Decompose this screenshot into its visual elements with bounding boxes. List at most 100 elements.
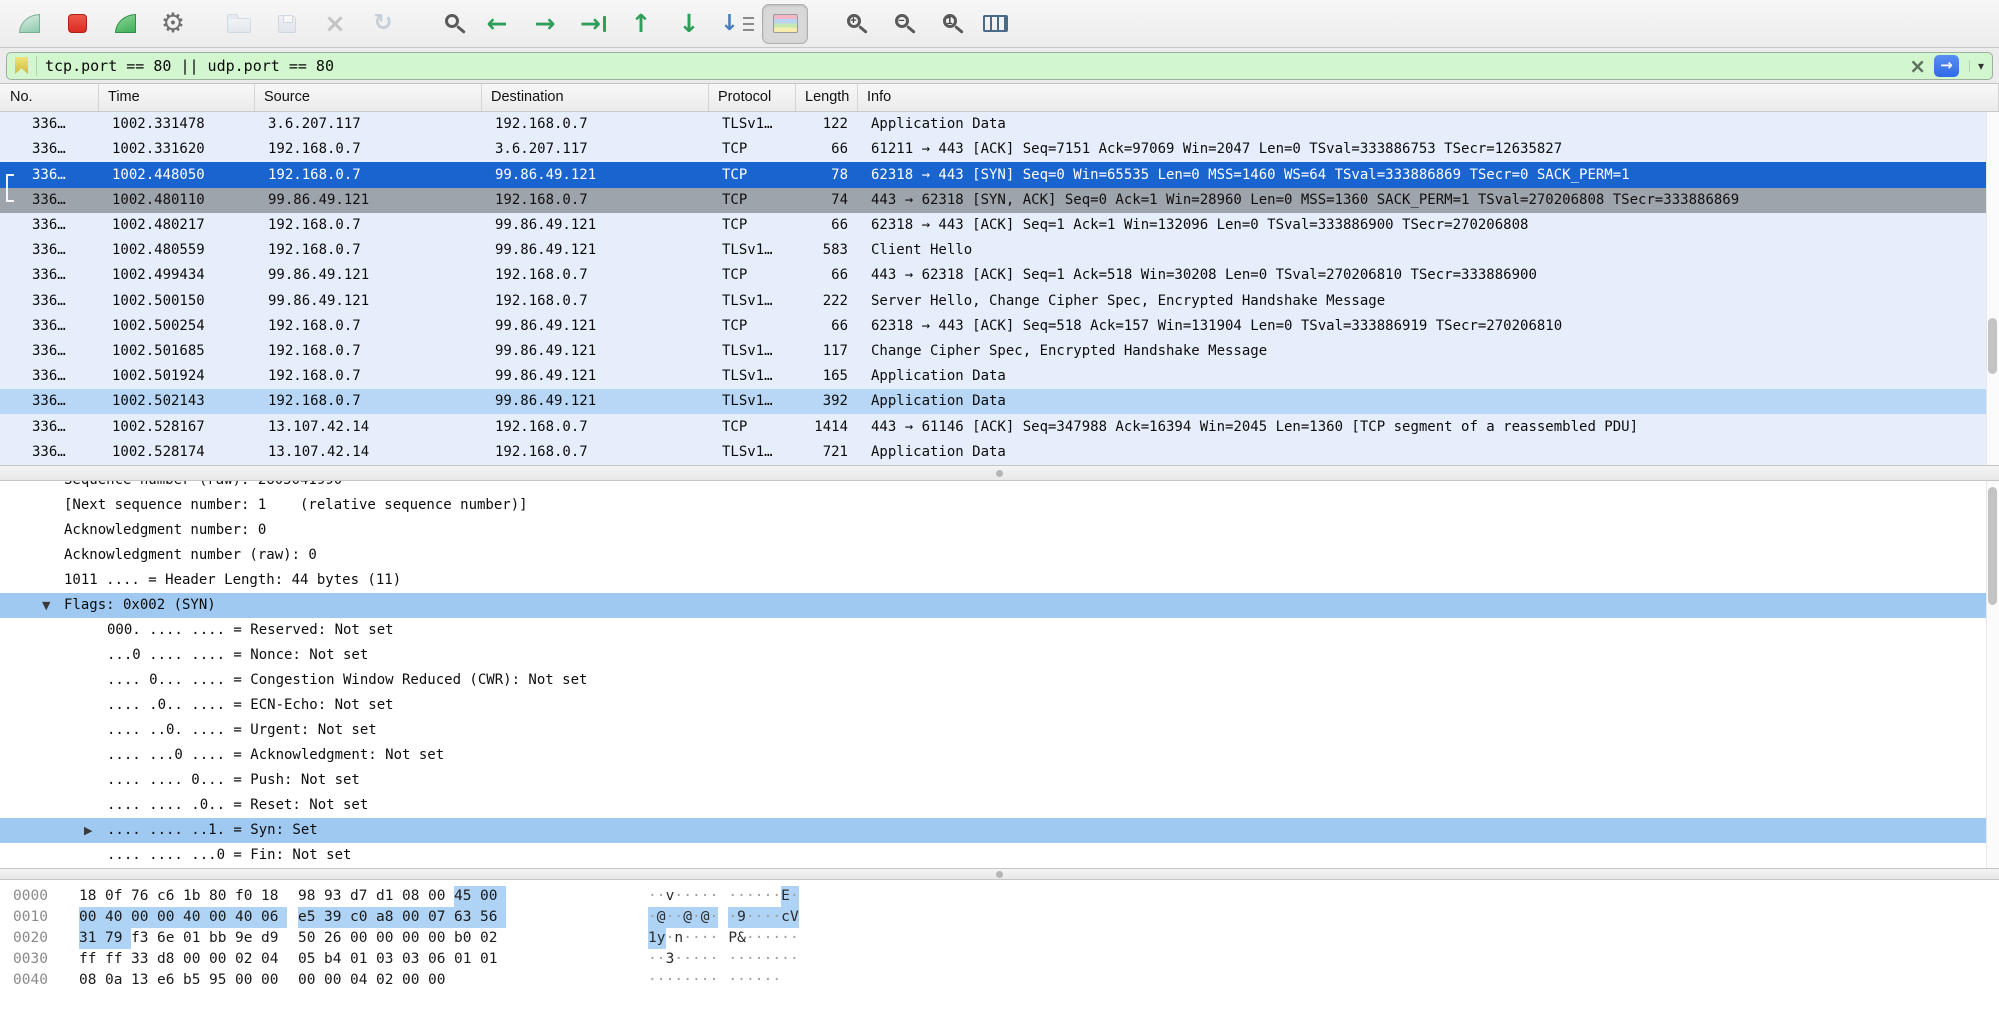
packet-row[interactable]: 336…1002.49943499.86.49.121192.168.0.7TC… [0,263,1999,288]
column-header-no[interactable]: No. [0,84,99,111]
detail-row[interactable]: .... .0.. .... = ECN-Echo: Not set [0,693,1999,718]
zoom-in-button[interactable]: + [828,4,874,44]
detail-row[interactable]: .... .... 0... = Push: Not set [0,768,1999,793]
go-last-button[interactable]: ↓ [666,4,712,44]
column-header-src[interactable]: Source [255,84,482,111]
cell-info: 443 → 62318 [SYN, ACK] Seq=0 Ack=1 Win=2… [858,188,1999,213]
go-first-button[interactable]: ↑ [618,4,664,44]
cell-info: 443 → 61146 [ACK] Seq=347988 Ack=16394 W… [858,415,1999,440]
packet-row[interactable]: 336…1002.480559192.168.0.799.86.49.121TL… [0,238,1999,263]
cell-src: 192.168.0.7 [255,389,482,414]
filter-text[interactable]: tcp.port == 80 || udp.port == 80 [45,53,1901,79]
packet-row[interactable]: 336…1002.50015099.86.49.121192.168.0.7TL… [0,288,1999,313]
cell-time: 1002.448050 [99,163,255,188]
detail-row[interactable]: .... .... .0.. = Reset: Not set [0,793,1999,818]
restart-capture-button[interactable] [102,4,148,44]
cell-time: 1002.480217 [99,213,255,238]
zoom-out-button[interactable]: − [876,4,922,44]
detail-row[interactable]: .... .... ...0 = Fin: Not set [0,843,1999,868]
details-bytes-splitter[interactable] [0,868,1999,880]
auto-scroll-button[interactable]: ↓ [714,4,760,44]
detail-row[interactable]: ...0 .... .... = Nonce: Not set [0,643,1999,668]
packet-row[interactable]: 336…1002.501685192.168.0.799.86.49.121TL… [0,339,1999,364]
cell-dst: 192.168.0.7 [482,440,709,465]
detail-row[interactable]: Acknowledgment number (raw): 0 [0,543,1999,568]
cell-time: 1002.500254 [99,314,255,339]
column-header-time[interactable]: Time [99,84,255,111]
hex-row[interactable]: 0030ffff33d80000020405b4010303060101··3·… [0,949,1999,970]
detail-row[interactable]: ▼Flags: 0x002 (SYN) [0,593,1999,618]
cell-proto: TLSv1… [709,339,796,364]
packet-list-scrollbar-track[interactable] [1986,112,1999,465]
detail-row[interactable]: [Next sequence number: 1 (relative seque… [0,493,1999,518]
detail-row[interactable]: 1011 .... = Header Length: 44 bytes (11) [0,568,1999,593]
go-back-button[interactable]: ← [474,4,520,44]
stop-capture-button[interactable] [54,4,100,44]
cell-time: 1002.331478 [99,112,255,137]
cell-proto: TLSv1… [709,389,796,414]
list-details-splitter[interactable] [0,465,1999,481]
detail-row[interactable]: .... ...0 .... = Acknowledgment: Not set [0,743,1999,768]
cell-src: 13.107.42.14 [255,415,482,440]
packet-row[interactable]: 336…1002.500254192.168.0.799.86.49.121TC… [0,314,1999,339]
expander-icon[interactable]: ▼ [42,593,50,618]
detail-row[interactable]: 000. .... .... = Reserved: Not set [0,618,1999,643]
cell-info: Change Cipher Spec, Encrypted Handshake … [858,339,1999,364]
packet-row[interactable]: 336…1002.52816713.107.42.14192.168.0.7TC… [0,414,1999,439]
details-scrollbar-thumb[interactable] [1988,487,1997,605]
find-packet-button[interactable] [426,4,472,44]
cell-time: 1002.528167 [99,415,255,440]
cell-dst: 99.86.49.121 [482,163,709,188]
cell-time: 1002.331620 [99,137,255,162]
cell-no: 336… [0,238,99,263]
save-file-icon [278,15,296,33]
start-capture-button[interactable] [6,4,52,44]
column-header-info[interactable]: Info [858,84,1999,111]
hex-row[interactable]: 0040080a13e6b5950000000004020000········… [0,970,1999,991]
packet-row[interactable]: 336…1002.501924192.168.0.799.86.49.121TL… [0,364,1999,389]
packet-row[interactable]: 336…1002.3314783.6.207.117192.168.0.7TLS… [0,112,1999,137]
hex-row[interactable]: 00100040000040004006e539c0a800076356·@··… [0,907,1999,928]
packet-row[interactable]: 336…1002.502143192.168.0.799.86.49.121TL… [0,389,1999,414]
packet-row[interactable]: 336…1002.48011099.86.49.121192.168.0.7TC… [0,188,1999,213]
packet-row[interactable]: 336…1002.331620192.168.0.73.6.207.117TCP… [0,137,1999,162]
filter-dropdown-caret-icon[interactable]: ▾ [1969,60,1984,72]
cell-dst: 3.6.207.117 [482,137,709,162]
stop-capture-icon [68,14,87,33]
go-to-packet-button[interactable]: → [570,4,616,44]
packet-list-scrollbar-thumb[interactable] [1988,318,1997,374]
expander-icon[interactable]: ▶ [84,818,92,843]
resize-columns-button[interactable] [972,4,1018,44]
packet-row[interactable]: 336…1002.480217192.168.0.799.86.49.121TC… [0,213,1999,238]
go-forward-button[interactable]: → [522,4,568,44]
detail-row[interactable]: .... ..0. .... = Urgent: Not set [0,718,1999,743]
cell-info: 62318 → 443 [ACK] Seq=518 Ack=157 Win=13… [858,314,1999,339]
column-header-dst[interactable]: Destination [482,84,709,111]
filter-bookmark-icon[interactable] [15,57,28,74]
go-last-icon: ↓ [679,11,700,36]
cell-src: 3.6.207.117 [255,112,482,137]
filter-clear-icon[interactable]: × [1909,56,1926,76]
column-header-proto[interactable]: Protocol [709,84,796,111]
filter-apply-button[interactable]: → [1934,55,1959,77]
packet-row[interactable]: 336…1002.448050192.168.0.799.86.49.121TC… [0,162,1999,187]
detail-row[interactable]: ▶.... .... ..1. = Syn: Set [0,818,1999,843]
cell-no: 336… [0,314,99,339]
details-scrollbar-track[interactable] [1986,481,1999,868]
hex-row[interactable]: 0000180f76c61b80f0189893d7d108004500··v·… [0,886,1999,907]
detail-row[interactable]: .... 0... .... = Congestion Window Reduc… [0,668,1999,693]
cell-src: 192.168.0.7 [255,314,482,339]
detail-row[interactable]: Sequence number (raw): 2605041990 [0,481,1999,493]
column-header-len[interactable]: Length [796,84,858,111]
packet-row[interactable]: 336…1002.52817413.107.42.14192.168.0.7TL… [0,440,1999,465]
cell-no: 336… [0,112,99,137]
zoom-reset-button[interactable]: 1 [924,4,970,44]
colorize-button[interactable] [762,4,808,44]
display-filter-input[interactable]: tcp.port == 80 || udp.port == 80 × → ▾ [6,52,1993,80]
cell-no: 336… [0,163,99,188]
capture-options-button[interactable]: ⚙ [150,4,196,44]
hex-row[interactable]: 00203179f36e01bb9ed9502600000000b0021y·n… [0,928,1999,949]
toolbar: ⚙×↻←→→↑↓↓+−1 [0,0,1999,48]
detail-row[interactable]: Acknowledgment number: 0 [0,518,1999,543]
cell-no: 336… [0,188,99,213]
